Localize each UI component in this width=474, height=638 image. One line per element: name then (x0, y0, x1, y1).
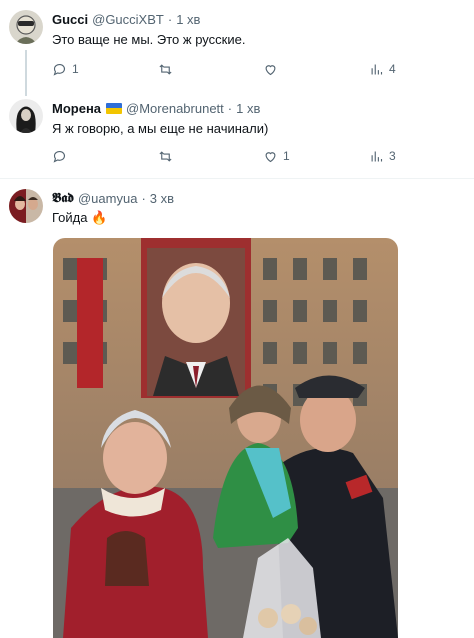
display-name[interactable]: Морена (52, 101, 101, 116)
views-count: 4 (389, 62, 396, 76)
tweet-text: Я ж говорю, а мы еще не начинали) (52, 121, 269, 136)
retweet-button[interactable] (158, 146, 178, 166)
user-handle[interactable]: @uamyua (78, 191, 137, 206)
tweet-header: Морена @Morenabrunett · 1 хв (52, 99, 260, 117)
timestamp[interactable]: 1 хв (236, 101, 260, 116)
ukraine-flag (106, 102, 123, 114)
reply-icon (53, 150, 66, 163)
views-icon (371, 151, 383, 161)
separator-dot: · (227, 100, 233, 116)
reply-button[interactable]: 1 (52, 59, 79, 79)
separator-dot: · (167, 11, 173, 27)
tweet-text: Гойда 🔥 (52, 210, 108, 225)
reply-count: 1 (72, 62, 79, 76)
avatar[interactable] (9, 189, 43, 223)
like-icon (265, 151, 276, 162)
tweet-header: Gucci @GucciXBT · 1 хв (52, 10, 200, 28)
timestamp[interactable]: 3 хв (150, 191, 174, 206)
display-name[interactable]: Gucci (52, 12, 88, 27)
avatar[interactable] (9, 10, 43, 44)
retweet-icon (159, 150, 172, 162)
retweet-icon (159, 63, 172, 75)
timestamp[interactable]: 1 хв (176, 12, 200, 27)
tweet-text: Это ваще не мы. Это ж русские. (52, 32, 246, 47)
tweet-header: 𝕭𝖆𝖉 @uamyua · 3 хв (52, 189, 174, 207)
reply-button[interactable] (52, 146, 72, 166)
views-button[interactable]: 4 (369, 59, 396, 79)
user-handle[interactable]: @Morenabrunett (126, 101, 224, 116)
tweet-media-image[interactable] (53, 238, 398, 638)
views-count: 3 (389, 149, 396, 163)
views-button[interactable]: 3 (369, 146, 396, 166)
like-icon (265, 64, 276, 75)
views-icon (371, 64, 383, 74)
display-name[interactable]: 𝕭𝖆𝖉 (52, 190, 74, 206)
user-handle[interactable]: @GucciXBT (92, 12, 164, 27)
like-button[interactable] (263, 59, 283, 79)
like-button[interactable]: 1 (263, 146, 290, 166)
retweet-button[interactable] (158, 59, 178, 79)
tweet-actions: 1 4 (52, 59, 402, 79)
thread-connector (25, 50, 27, 96)
tweet-divider (0, 178, 474, 179)
separator-dot: · (141, 190, 146, 206)
reply-icon (53, 63, 66, 76)
like-count: 1 (283, 149, 290, 163)
avatar[interactable] (9, 99, 43, 133)
tweet-actions: 1 3 (52, 146, 402, 166)
